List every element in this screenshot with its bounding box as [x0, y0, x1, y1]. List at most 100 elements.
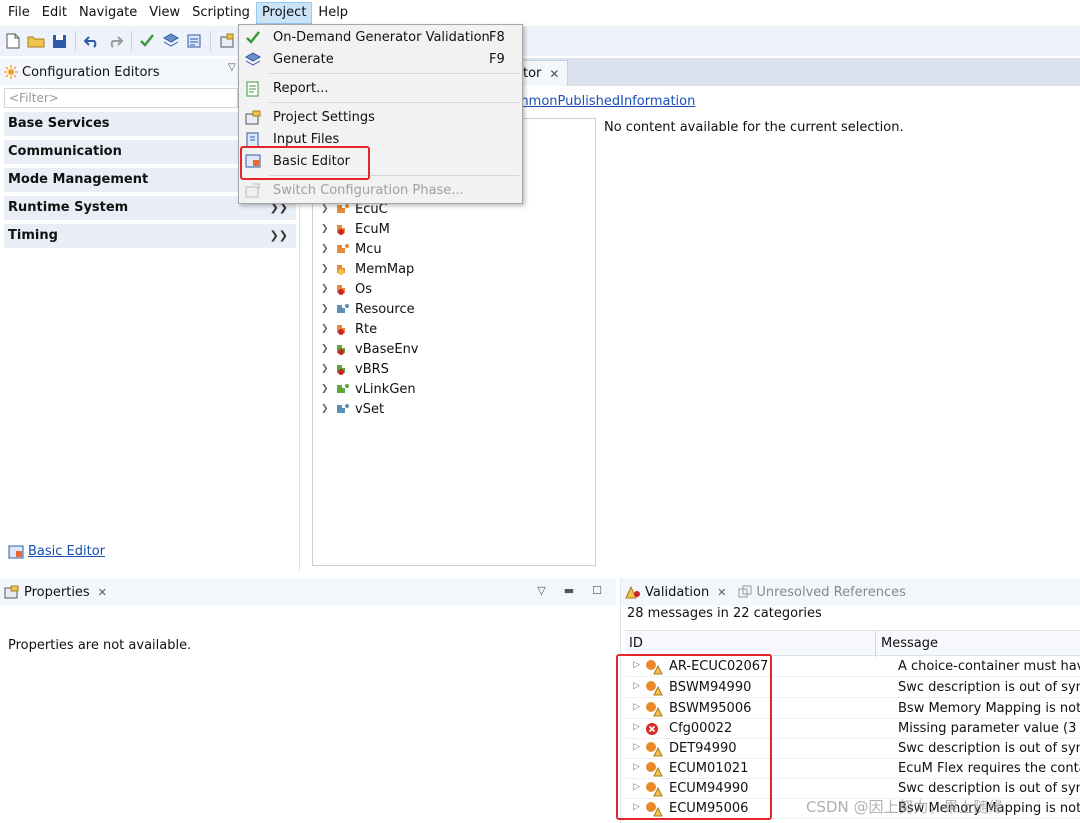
highlight-annotation-validation-ids — [616, 654, 772, 820]
sun-icon — [4, 65, 18, 79]
menu-item-on-demand-validation[interactable]: On-Demand Generator Validation F8 — [239, 27, 522, 49]
expand-arrow-icon[interactable]: ❯ — [321, 224, 331, 234]
tree-item-os[interactable]: ❯ Os — [321, 279, 372, 299]
expand-arrow-icon[interactable]: ❯ — [321, 404, 331, 414]
minimize-icon[interactable]: ▬ — [564, 584, 574, 597]
expand-arrow-icon[interactable]: ❯ — [321, 364, 331, 374]
validation-summary: 28 messages in 22 categories — [627, 606, 822, 621]
editor-tab[interactable]: tor ✕ — [516, 60, 569, 86]
toolbar-separator — [75, 31, 76, 51]
breadcrumb-link[interactable]: mmonPublishedInformation — [516, 94, 695, 109]
basic-editor-link[interactable]: Basic Editor — [8, 544, 105, 559]
module-icon — [337, 384, 349, 393]
expand-arrow-icon[interactable]: ❯ — [321, 284, 331, 294]
module-icon — [337, 265, 345, 275]
configuration-editors-title: Configuration Editors — [22, 64, 160, 80]
properties-tab[interactable]: Properties ✕ — [4, 585, 107, 600]
settings-icon[interactable] — [217, 31, 237, 51]
validation-header: Validation ✕ Unresolved References — [621, 578, 1080, 606]
expand-arrow-icon[interactable]: ❯ — [321, 324, 331, 334]
tree-item-mcu[interactable]: ❯ Mcu — [321, 239, 382, 259]
tree-item-resource[interactable]: ❯ Resource — [321, 299, 415, 319]
expand-arrow-icon[interactable]: ❯ — [321, 264, 331, 274]
category-label: Communication — [8, 144, 122, 159]
basic-editor-link-label: Basic Editor — [28, 544, 106, 559]
row-message: Bsw Memory Mapping is not up — [898, 701, 1080, 716]
menu-item-project-settings[interactable]: Project Settings — [239, 107, 522, 129]
unresolved-references-tab[interactable]: Unresolved References — [738, 585, 906, 600]
category-label: Base Services — [8, 116, 110, 131]
row-message: Swc description is out of sync t — [898, 781, 1080, 796]
column-header-message[interactable]: Message — [881, 636, 938, 651]
undo-icon[interactable] — [82, 31, 102, 51]
open-folder-icon[interactable] — [26, 31, 46, 51]
tree-item-label: EcuM — [355, 221, 390, 237]
menu-item-generate[interactable]: Generate F9 — [239, 49, 522, 71]
module-icon — [337, 325, 345, 335]
properties-title: Properties — [24, 584, 90, 600]
row-message: EcuM Flex requires the containe — [898, 761, 1080, 776]
menu-edit[interactable]: Edit — [36, 2, 73, 24]
tree-item-vbrs[interactable]: ❯ vBRS — [321, 359, 389, 379]
view-menu-icon[interactable]: ▽ — [228, 62, 236, 73]
module-icon — [337, 204, 349, 213]
menu-navigate[interactable]: Navigate — [73, 2, 143, 24]
column-separator[interactable] — [875, 631, 876, 657]
close-icon[interactable]: ✕ — [549, 67, 559, 81]
view-menu-icon[interactable]: ▽ — [537, 584, 545, 597]
menu-file[interactable]: File — [2, 2, 36, 24]
layers-icon[interactable] — [161, 31, 181, 51]
menu-item-switch-configuration-phase[interactable]: Switch Configuration Phase... — [239, 180, 522, 202]
tree-item-vlinkgen[interactable]: ❯ vLinkGen — [321, 379, 416, 399]
tree-item-memmap[interactable]: ❯ MemMap — [321, 259, 414, 279]
close-icon[interactable]: ✕ — [98, 586, 107, 599]
double-chevron-down-icon[interactable]: ❯❯ — [270, 224, 288, 248]
validate-icon[interactable] — [138, 31, 158, 51]
tree-item-label: vBaseEnv — [355, 341, 419, 357]
expand-arrow-icon[interactable]: ❯ — [321, 384, 331, 394]
filter-input[interactable]: <Filter> — [4, 88, 238, 108]
expand-arrow-icon[interactable]: ❯ — [321, 244, 331, 254]
column-header-id[interactable]: ID — [629, 636, 643, 651]
module-icon — [337, 304, 349, 313]
module-icon — [337, 404, 349, 413]
new-file-icon[interactable] — [3, 31, 23, 51]
report-icon[interactable] — [184, 31, 204, 51]
validation-title: Validation — [645, 584, 710, 600]
validation-tab[interactable]: Validation ✕ — [625, 585, 726, 600]
row-message: A choice-container must have e — [898, 659, 1080, 674]
menu-help[interactable]: Help — [312, 2, 354, 24]
tree-item-label: Rte — [355, 321, 378, 337]
tree-item-vbaseenv[interactable]: ❯ vBaseEnv — [321, 339, 419, 359]
menu-item-report[interactable]: Report... — [239, 78, 522, 100]
expand-arrow-icon[interactable]: ❯ — [321, 344, 331, 354]
tree-item-label: Resource — [355, 301, 415, 317]
properties-icon — [4, 585, 19, 599]
tree-item-label: vSet — [355, 401, 385, 417]
expand-arrow-icon[interactable]: ❯ — [321, 304, 331, 314]
module-icon — [337, 365, 345, 375]
properties-header: Properties ✕ ▽ ▬ ☐ — [0, 578, 616, 606]
tree-item-rte[interactable]: ❯ Rte — [321, 319, 377, 339]
expand-arrow-icon[interactable]: ❯ — [321, 204, 331, 214]
category-label: Timing — [8, 228, 58, 243]
row-message: Missing parameter value (3 mes — [898, 721, 1080, 736]
toolbar — [0, 26, 1080, 56]
row-message: Swc description is out of sync t — [898, 680, 1080, 695]
menu-scripting[interactable]: Scripting — [186, 2, 256, 24]
menu-project[interactable]: Project — [255, 2, 313, 24]
close-icon[interactable]: ✕ — [717, 586, 726, 599]
layers-icon — [244, 52, 262, 72]
category-timing[interactable]: Timing ❯❯ — [4, 224, 296, 248]
category-label: Mode Management — [8, 172, 149, 187]
properties-empty-message: Properties are not available. — [8, 638, 192, 653]
tree-item-vset[interactable]: ❯ vSet — [321, 399, 384, 419]
maximize-icon[interactable]: ☐ — [592, 584, 602, 597]
tree-item-label: Mcu — [355, 241, 382, 257]
menu-view[interactable]: View — [143, 2, 186, 24]
tree-item-ecum[interactable]: ❯ EcuM — [321, 219, 390, 239]
module-icon — [337, 345, 345, 355]
menu-item-shortcut: F9 — [489, 52, 505, 67]
save-icon[interactable] — [49, 31, 69, 51]
redo-icon[interactable] — [105, 31, 125, 51]
